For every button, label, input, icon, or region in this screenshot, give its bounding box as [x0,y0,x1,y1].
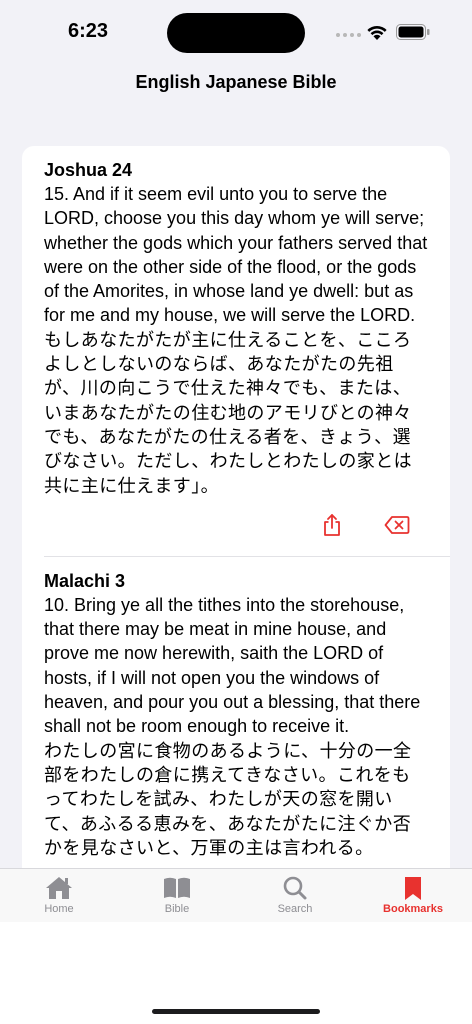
tab-bar: Home Bible Search Bookmarks [0,868,472,922]
verse-english: 10. Bring ye all the tithes into the sto… [44,594,421,737]
bookmark-item[interactable]: Malachi 3 10. Bring ye all the tithes in… [22,557,450,860]
verse-reference: Malachi 3 [44,570,126,591]
book-icon [164,877,190,898]
cellular-signal-icon [336,33,361,37]
home-icon [46,877,72,899]
tab-label: Search [277,903,313,915]
tab-bible[interactable]: Bible [118,873,236,922]
status-time: 6:23 [68,20,109,42]
tab-label: Home [44,903,74,915]
dynamic-island [167,13,305,53]
tab-bookmarks[interactable]: Bookmarks [354,873,472,922]
tab-label: Bible [164,903,190,915]
verse-japanese: わたしの宮に食物のあるように、十分の一全部をわたしの倉に携えてきなさい。これをも… [44,740,412,858]
page-title: English Japanese Bible [135,72,337,92]
home-indicator [152,1009,320,1014]
tab-search[interactable]: Search [236,873,354,922]
battery-icon [396,24,430,40]
wifi-icon [367,25,387,40]
delete-backward-icon [384,515,410,534]
share-button[interactable] [317,510,347,540]
bookmark-actions [22,498,450,556]
share-icon [324,513,340,536]
tab-home[interactable]: Home [0,873,118,922]
app-screen: 6:23 English Japanese Bible Joshua 24 15… [0,0,472,922]
verse-reference: Joshua 24 [44,160,133,180]
delete-bookmark-button[interactable] [382,510,412,540]
bookmark-item[interactable]: Joshua 24 15. And if it seem evil unto y… [22,146,450,498]
search-icon [283,876,307,900]
tab-label: Bookmarks [383,903,443,915]
verse-english: 15. And if it seem evil unto you to serv… [44,184,428,326]
bookmarks-list[interactable]: Joshua 24 15. And if it seem evil unto y… [22,146,450,922]
status-bar: 6:23 [0,0,472,62]
verse-japanese: もしあなたがたが主に仕えることを、こころよしとしないのならば、あなたがたの先祖が… [44,329,412,496]
bookmark-icon [405,877,421,900]
